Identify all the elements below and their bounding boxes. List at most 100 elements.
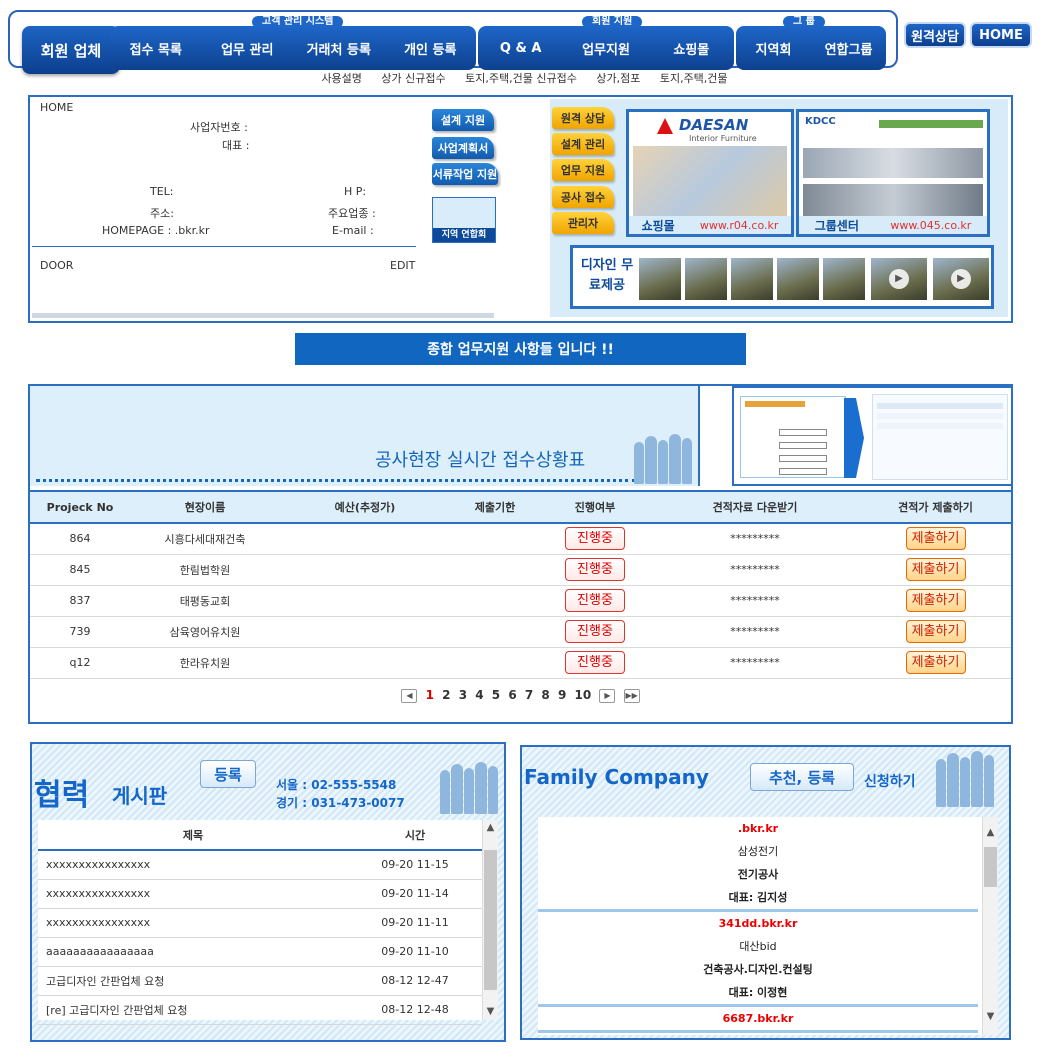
list-item[interactable]: xxxxxxxxxxxxxxxx 09-20 11-15 [38, 850, 482, 880]
page-10[interactable]: 10 [575, 688, 592, 702]
download-link[interactable]: ********* [650, 616, 860, 648]
list-item[interactable]: [re] 고급디자인 간판업체 요청 08-12 12-48 [38, 995, 482, 1025]
page-9[interactable]: 9 [558, 688, 566, 702]
nav-union-group[interactable]: 연합그룹 [811, 39, 886, 58]
family-item[interactable]: 341dd.bkr.kr 대산bid 건축공사.디자인.컨설팅 대표: 이정현 [538, 912, 978, 1007]
last-page-icon[interactable]: ▶▶ [623, 688, 640, 703]
subnav-land-new[interactable]: 토지,주택,건물 신규접수 [465, 72, 577, 85]
nav-shop[interactable]: 쇼핑몰 [649, 39, 734, 58]
scroll-thumb[interactable] [984, 847, 997, 887]
construction-receipt-button[interactable]: 공사 접수 [552, 186, 614, 208]
subnav-shop-store[interactable]: 상가,점포 [596, 72, 640, 85]
scroll-down-icon[interactable]: ▼ [483, 1004, 498, 1020]
in-progress-badge[interactable]: 진행중 [565, 558, 625, 581]
download-link[interactable]: ********* [650, 523, 860, 555]
design-thumb-5[interactable] [823, 258, 865, 300]
in-progress-badge[interactable]: 진행중 [565, 589, 625, 612]
nav-work-manage[interactable]: 업무 관리 [202, 39, 294, 58]
download-link[interactable]: ********* [650, 647, 860, 679]
list-item[interactable]: 고급디자인 간판업체 요청 08-12 12-47 [38, 966, 482, 996]
design-thumb-2[interactable] [685, 258, 727, 300]
page-6[interactable]: 6 [508, 688, 516, 702]
design-video-1[interactable]: ▶ [871, 258, 927, 300]
shop-url[interactable]: www.r04.co.kr [700, 219, 778, 232]
coop-register-button[interactable]: 등록 [200, 760, 256, 788]
subnav-shop-new[interactable]: 상가 신규접수 [381, 72, 445, 85]
family-item[interactable]: 6687.bkr.kr [538, 1007, 978, 1033]
page-1[interactable]: 1 [426, 688, 434, 702]
document-support-button[interactable]: 서류작업 지원 [432, 163, 498, 185]
family-item[interactable]: .bkr.kr 삼성전기 전기공사 대표: 김지성 [538, 817, 978, 912]
page-2[interactable]: 2 [442, 688, 450, 702]
site-name[interactable]: 한라유치원 [130, 647, 280, 679]
next-page-icon[interactable]: ▶ [599, 688, 616, 703]
post-title[interactable]: xxxxxxxxxxxxxxxx [38, 879, 348, 909]
family-apply-link[interactable]: 신청하기 [864, 771, 916, 791]
region-union-button[interactable]: 지역 연합회 [432, 197, 496, 243]
group-center-banner[interactable]: KDCC 그룹센터 www.045.co.kr [796, 109, 990, 237]
submit-quote-button[interactable]: 제출하기 [905, 589, 966, 612]
post-title[interactable]: 고급디자인 간판업체 요청 [38, 966, 348, 996]
business-plan-button[interactable]: 사업계획서 [432, 137, 494, 159]
post-title[interactable]: xxxxxxxxxxxxxxxx [38, 850, 348, 880]
scroll-up-icon[interactable]: ▲ [983, 825, 998, 841]
work-support-button[interactable]: 업무 지원 [552, 159, 614, 181]
consult-button[interactable]: 원격상담 [904, 22, 966, 48]
admin-button[interactable]: 관리자 [552, 212, 614, 234]
in-progress-badge[interactable]: 진행중 [565, 527, 625, 551]
post-title[interactable]: [re] 고급디자인 간판업체 요청 [38, 995, 348, 1025]
nav-receipt-list[interactable]: 접수 목록 [110, 39, 202, 58]
family-domain[interactable]: 341dd.bkr.kr [538, 912, 978, 935]
site-name[interactable]: 시흥다세대재건축 [130, 523, 280, 555]
site-name[interactable]: 한림법학원 [130, 554, 280, 586]
download-link[interactable]: ********* [650, 554, 860, 586]
list-item[interactable]: xxxxxxxxxxxxxxxx 09-20 11-14 [38, 879, 482, 909]
card-homepage[interactable]: HOMEPAGE : .bkr.kr [102, 224, 210, 237]
scroll-down-icon[interactable]: ▼ [983, 1009, 998, 1025]
subnav-guide[interactable]: 사용설명 [321, 72, 361, 85]
page-4[interactable]: 4 [475, 688, 483, 702]
design-thumb-4[interactable] [777, 258, 819, 300]
nav-work-support[interactable]: 업무지원 [563, 39, 648, 58]
download-link[interactable]: ********* [650, 585, 860, 617]
list-item[interactable]: xxxxxxxxxxxxxxxx 09-20 11-11 [38, 908, 482, 938]
prev-page-icon[interactable]: ◀ [401, 688, 418, 703]
home-button[interactable]: HOME [970, 22, 1032, 48]
family-domain[interactable]: 6687.bkr.kr [538, 1007, 978, 1030]
submit-quote-button[interactable]: 제출하기 [905, 527, 966, 551]
submit-quote-button[interactable]: 제출하기 [905, 558, 966, 581]
family-register-button[interactable]: 추천, 등록 [750, 763, 854, 791]
family-scrollbar[interactable]: ▲ ▼ [982, 817, 998, 1035]
page-3[interactable]: 3 [459, 688, 467, 702]
remote-consult-button[interactable]: 원격 상담 [552, 107, 614, 129]
submit-quote-button[interactable]: 제출하기 [905, 651, 966, 674]
shop-banner[interactable]: DAESAN Interior Furniture 쇼핑몰 www.r04.co… [626, 109, 794, 237]
site-name[interactable]: 삼육영어유치원 [130, 616, 280, 648]
nav-qna[interactable]: Q & A [478, 41, 563, 56]
subnav-land[interactable]: 토지,주택,건물 [660, 72, 728, 85]
scroll-up-icon[interactable]: ▲ [483, 820, 498, 836]
page-5[interactable]: 5 [492, 688, 500, 702]
in-progress-badge[interactable]: 진행중 [565, 651, 625, 674]
door-link[interactable]: DOOR [40, 259, 73, 272]
coop-scrollbar[interactable]: ▲ ▼ [482, 820, 498, 1020]
family-domain[interactable]: .bkr.kr [538, 817, 978, 840]
design-support-button[interactable]: 설계 지원 [432, 109, 494, 131]
in-progress-badge[interactable]: 진행중 [565, 620, 625, 643]
edit-link[interactable]: EDIT [390, 259, 415, 272]
design-manage-button[interactable]: 설계 관리 [552, 133, 614, 155]
post-title[interactable]: aaaaaaaaaaaaaaaa [38, 937, 348, 967]
nav-personal-register[interactable]: 개인 등록 [385, 39, 477, 58]
post-title[interactable]: xxxxxxxxxxxxxxxx [38, 908, 348, 938]
page-8[interactable]: 8 [541, 688, 549, 702]
page-7[interactable]: 7 [525, 688, 533, 702]
design-thumb-3[interactable] [731, 258, 773, 300]
scroll-thumb[interactable] [484, 850, 497, 990]
nav-brand-member[interactable]: 회원 업체 [22, 26, 120, 74]
design-video-2[interactable]: ▶ [933, 258, 989, 300]
site-name[interactable]: 태평동교회 [130, 585, 280, 617]
list-item[interactable]: aaaaaaaaaaaaaaaa 09-20 11-10 [38, 937, 482, 967]
group-url[interactable]: www.045.co.kr [890, 219, 971, 232]
nav-region[interactable]: 지역회 [736, 39, 811, 58]
design-thumb-1[interactable] [639, 258, 681, 300]
